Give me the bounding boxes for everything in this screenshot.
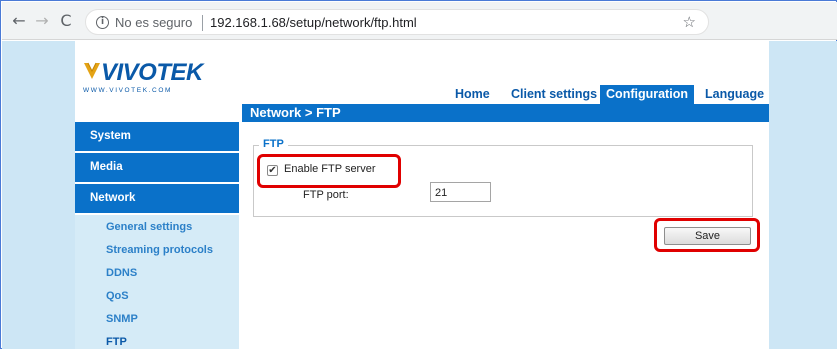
ftp-port-input[interactable] bbox=[430, 182, 491, 202]
page-title: Network > FTP bbox=[250, 105, 341, 120]
forward-arrow-icon[interactable]: → bbox=[33, 12, 51, 30]
highlight-box-enable bbox=[257, 154, 401, 188]
reload-icon[interactable]: C bbox=[57, 12, 75, 30]
sidebar-subitem-ddns[interactable]: DDNS bbox=[106, 267, 137, 279]
sidebar-submenu bbox=[75, 215, 239, 349]
nav-configuration[interactable]: Configuration bbox=[600, 85, 694, 104]
logo-mark-icon bbox=[84, 62, 100, 79]
logo-text: VIVOTEK bbox=[101, 59, 203, 86]
info-icon[interactable]: i bbox=[96, 16, 109, 29]
save-button[interactable]: Save bbox=[664, 227, 751, 245]
sidebar-item-network[interactable]: Network bbox=[75, 184, 239, 213]
logo-url: WWW.VIVOTEK.COM bbox=[83, 87, 172, 94]
ftp-legend: FTP bbox=[259, 138, 288, 150]
ftp-port-label: FTP port: bbox=[303, 189, 349, 201]
sidebar-item-system[interactable]: System bbox=[75, 122, 239, 151]
sidebar-subitem-general-settings[interactable]: General settings bbox=[106, 221, 192, 233]
sidebar-subitem-snmp[interactable]: SNMP bbox=[106, 313, 138, 325]
sidebar: System Media Network General settings St… bbox=[75, 122, 239, 349]
bookmark-star-icon[interactable]: ☆ bbox=[683, 13, 696, 31]
vivotek-logo[interactable]: VIVOTEK WWW.VIVOTEK.COM bbox=[81, 59, 221, 99]
security-status: No es seguro bbox=[115, 15, 193, 30]
ftp-fieldset: FTP ✔ Enable FTP server FTP port: bbox=[253, 138, 753, 217]
sidebar-item-media[interactable]: Media bbox=[75, 153, 239, 182]
page-background: VIVOTEK WWW.VIVOTEK.COM Home Client sett… bbox=[2, 41, 837, 349]
nav-language[interactable]: Language bbox=[700, 85, 769, 104]
browser-toolbar: ← → C i No es seguro 192.168.1.68/setup/… bbox=[2, 2, 837, 40]
back-arrow-icon[interactable]: ← bbox=[10, 12, 28, 30]
content-area: VIVOTEK WWW.VIVOTEK.COM Home Client sett… bbox=[75, 41, 769, 349]
url-text[interactable]: 192.168.1.68/setup/network/ftp.html bbox=[210, 15, 417, 30]
address-separator bbox=[202, 15, 203, 31]
nav-home[interactable]: Home bbox=[450, 85, 495, 104]
sidebar-subitem-qos[interactable]: QoS bbox=[106, 290, 129, 302]
browser-window: ← → C i No es seguro 192.168.1.68/setup/… bbox=[0, 0, 837, 349]
nav-client-settings[interactable]: Client settings bbox=[506, 85, 602, 104]
sidebar-subitem-streaming-protocols[interactable]: Streaming protocols bbox=[106, 244, 213, 256]
page-header-bar: Network > FTP bbox=[242, 104, 769, 122]
address-bar[interactable]: i No es seguro 192.168.1.68/setup/networ… bbox=[85, 9, 709, 35]
sidebar-subitem-ftp[interactable]: FTP bbox=[106, 336, 127, 348]
